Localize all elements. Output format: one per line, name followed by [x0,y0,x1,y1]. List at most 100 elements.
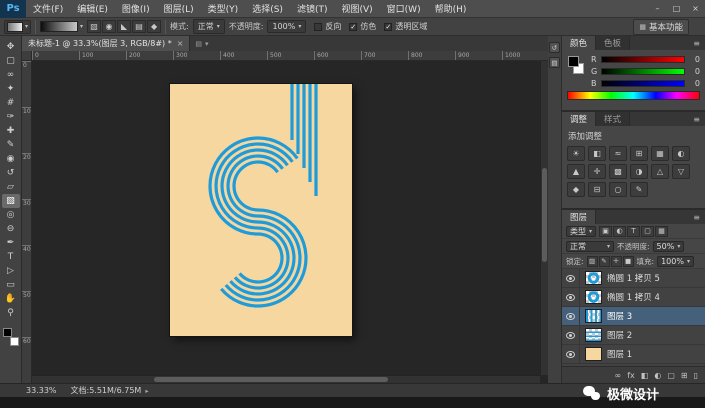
fg-bg-color-chips[interactable] [567,54,587,78]
lasso-tool[interactable]: ∞ [2,68,20,82]
panel-menu-icon[interactable]: ≡ [688,36,705,50]
close-tab-icon[interactable]: × [177,39,184,48]
zoom-level[interactable]: 33.33% [26,386,57,395]
adjustment-icon[interactable]: ▦ [651,146,669,161]
channel-value[interactable]: 0 [688,79,700,88]
adjustment-icon[interactable]: ⊞ [630,146,648,161]
lock-icon[interactable]: ✛ [610,255,622,267]
menu-item[interactable]: 帮助(H) [428,0,474,17]
clone-stamp-tool[interactable]: ◉ [2,152,20,166]
layer-row[interactable]: 椭圆 1 拷贝 5 [562,269,705,288]
layers-bottom-icon[interactable]: ⊞ [681,371,688,380]
layer-filter-icon[interactable]: T [627,225,641,237]
crop-tool[interactable]: # [2,96,20,110]
lock-icon[interactable]: ■ [622,255,634,267]
blur-tool[interactable]: ◎ [2,208,20,222]
window-control-button[interactable]: – [648,0,667,17]
layer-opacity-select[interactable]: 50% ▾ [652,240,685,252]
vertical-scrollbar[interactable] [540,61,548,375]
adjustment-icon[interactable]: △ [651,164,669,179]
gradient-type-button[interactable]: ◣ [117,20,132,33]
menu-item[interactable]: 窗口(W) [380,0,428,17]
marquee-tool[interactable]: ▢ [2,54,20,68]
tab-bar-icon[interactable]: ▾ [205,40,209,48]
layer-filter-icon[interactable]: ▦ [655,225,669,237]
scrollbar-thumb[interactable] [153,377,388,382]
layer-row[interactable]: 图层 3 [562,307,705,326]
color-slider[interactable] [601,80,685,87]
channel-value[interactable]: 0 [688,55,700,64]
panel-tab[interactable]: 色板 [596,36,631,50]
panel-tab[interactable]: 颜色 [562,36,597,50]
collapsed-panel-icon[interactable]: ↺ [549,42,560,53]
layer-row[interactable]: 椭圆 1 拷贝 4 [562,288,705,307]
layers-bottom-icon[interactable]: ◐ [654,371,661,380]
brush-tool[interactable]: ✎ [2,138,20,152]
tool-preset-dropdown[interactable]: ▾ [4,19,32,34]
adjustment-icon[interactable]: ≈ [609,146,627,161]
path-select-tool[interactable]: ▷ [2,264,20,278]
menu-item[interactable]: 编辑(E) [70,0,115,17]
adjustment-icon[interactable]: ◑ [630,164,648,179]
menu-item[interactable]: 选择(S) [245,0,290,17]
adjustment-icon[interactable]: ✎ [630,182,648,197]
shape-tool[interactable]: ▭ [2,278,20,292]
layer-filter-icon[interactable]: ▢ [641,225,655,237]
document-tab[interactable]: 未标题-1 @ 33.3%(图层 3, RGB/8#) * × [22,36,191,51]
window-control-button[interactable]: □ [667,0,686,17]
visibility-toggle[interactable] [562,345,580,363]
menu-item[interactable]: 视图(V) [334,0,379,17]
workspace-switcher[interactable]: ▦ 基本功能 [633,18,689,35]
layers-bottom-icon[interactable]: fx [627,371,635,380]
panel-menu-icon[interactable]: ≡ [688,112,705,126]
adjustment-icon[interactable]: ▽ [672,164,690,179]
color-spectrum-bar[interactable] [567,91,700,100]
opacity-select[interactable]: 100% ▾ [267,20,307,33]
zoom-tool[interactable]: ⚲ [2,306,20,320]
healing-brush-tool[interactable]: ✚ [2,124,20,138]
pen-tool[interactable]: ✒ [2,236,20,250]
scrollbar-thumb[interactable] [542,167,547,262]
eraser-tool[interactable]: ▱ [2,180,20,194]
tab-bar-icon[interactable]: ▤ [195,40,202,48]
panel-menu-icon[interactable]: ≡ [688,210,705,224]
adjustment-icon[interactable]: ◐ [672,146,690,161]
option-checkbox[interactable]: ✓ 透明区域 [384,21,427,32]
panel-tab[interactable]: 调整 [562,112,597,126]
layers-bottom-icon[interactable]: ▯ [694,371,698,380]
menu-item[interactable]: 图像(I) [115,0,157,17]
gradient-type-button[interactable]: ◉ [102,20,117,33]
visibility-toggle[interactable] [562,269,580,287]
layer-row[interactable]: 图层 2 [562,326,705,345]
mode-select[interactable]: 正常 ▾ [192,19,225,34]
layer-filter-icon[interactable]: ▣ [599,225,613,237]
visibility-toggle[interactable] [562,326,580,344]
hand-tool[interactable]: ✋ [2,292,20,306]
menu-item[interactable]: 类型(Y) [201,0,246,17]
adjustment-icon[interactable]: ◧ [588,146,606,161]
gradient-type-button[interactable]: ▧ [87,20,102,33]
menu-item[interactable]: 文件(F) [26,0,70,17]
collapsed-panel-icon[interactable]: ▤ [549,57,560,68]
adjustment-icon[interactable]: ▲ [567,164,585,179]
layers-bottom-icon[interactable]: ▢ [667,371,675,380]
adjustment-icon[interactable]: ⊟ [588,182,606,197]
foreground-chip[interactable] [568,56,579,67]
dodge-tool[interactable]: ⊖ [2,222,20,236]
window-control-button[interactable]: × [686,0,705,17]
checkbox-box[interactable] [314,22,323,31]
ruler-corner[interactable] [22,51,32,61]
canvas[interactable] [32,61,548,383]
menu-item[interactable]: 滤镜(T) [290,0,335,17]
gradient-preview[interactable]: ▾ [40,21,83,32]
menu-item[interactable]: 图层(L) [157,0,201,17]
visibility-toggle[interactable] [562,307,580,325]
channel-value[interactable]: 0 [688,67,700,76]
eyedropper-tool[interactable]: ✑ [2,110,20,124]
gradient-type-button[interactable]: ◆ [147,20,162,33]
layer-filter-type-select[interactable]: 类型 ▾ [566,225,597,237]
layers-tab[interactable]: 图层 [562,210,597,224]
adjustment-icon[interactable]: ◆ [567,182,585,197]
layer-filter-icon[interactable]: ◐ [613,225,627,237]
option-checkbox[interactable]: ✓ 仿色 [349,21,376,32]
